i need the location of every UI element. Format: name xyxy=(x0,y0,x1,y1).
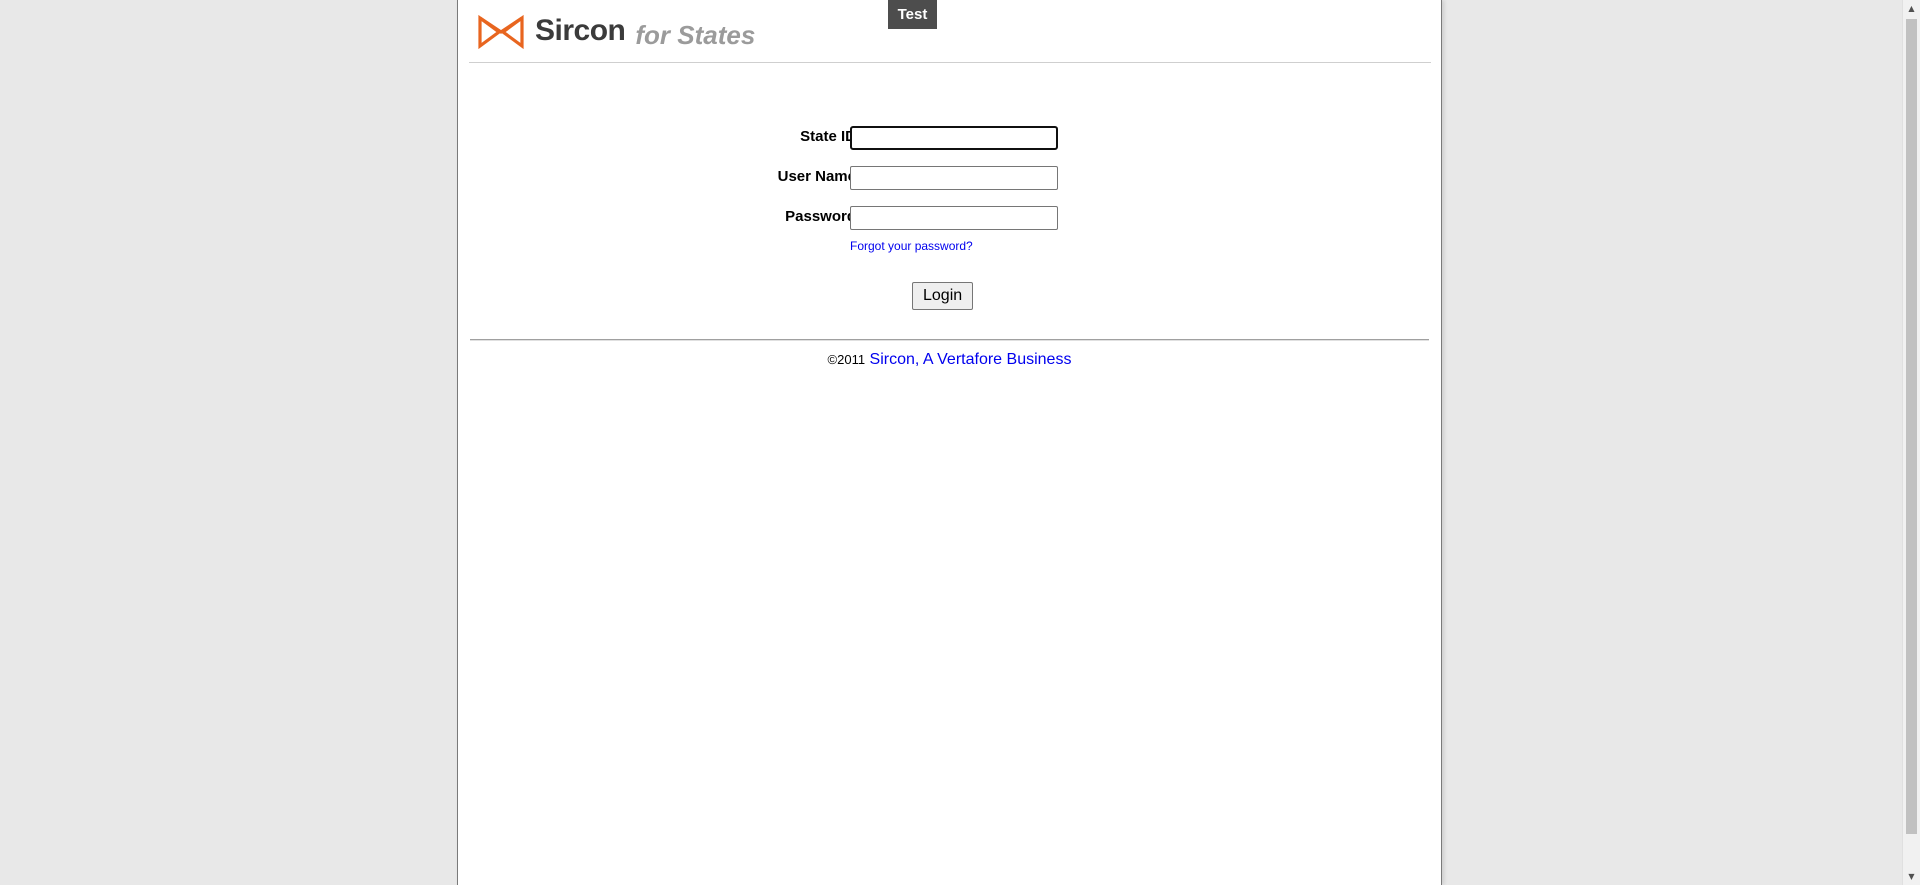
username-input[interactable] xyxy=(850,166,1058,190)
username-row: User Name xyxy=(458,162,1441,192)
scroll-thumb[interactable] xyxy=(1906,19,1917,834)
footer-divider xyxy=(470,339,1429,341)
copyright-text: ©2011 xyxy=(827,352,866,367)
scroll-down-arrow-icon[interactable]: ▼ xyxy=(1903,868,1920,885)
state-id-input[interactable] xyxy=(850,126,1058,150)
brand-suffix: for States xyxy=(635,19,756,50)
vertical-scrollbar[interactable]: ▲ ▼ xyxy=(1902,0,1920,885)
password-label: Password xyxy=(785,208,856,225)
footer: ©2011 Sircon, A Vertafore Business xyxy=(458,351,1441,369)
brand-name: Sircon xyxy=(535,14,626,47)
forgot-password-link[interactable]: Forgot your password? xyxy=(850,239,973,253)
username-label: User Name xyxy=(777,168,856,185)
logo[interactable]: Sircon for States xyxy=(477,12,755,52)
password-row: Password xyxy=(458,202,1441,232)
password-input[interactable] xyxy=(850,206,1058,230)
state-id-label: State ID xyxy=(800,128,856,145)
scroll-up-arrow-icon[interactable]: ▲ xyxy=(1903,0,1920,17)
login-button[interactable]: Login xyxy=(912,282,974,310)
header: Sircon for States xyxy=(469,0,1431,63)
page-container: Sircon for States State ID User Name Pas… xyxy=(457,0,1442,885)
company-link[interactable]: Sircon, A Vertafore Business xyxy=(870,351,1072,368)
sircon-bowtie-logo-icon xyxy=(478,14,524,50)
environment-badge: Test xyxy=(888,0,937,29)
state-id-row: State ID xyxy=(458,122,1441,152)
